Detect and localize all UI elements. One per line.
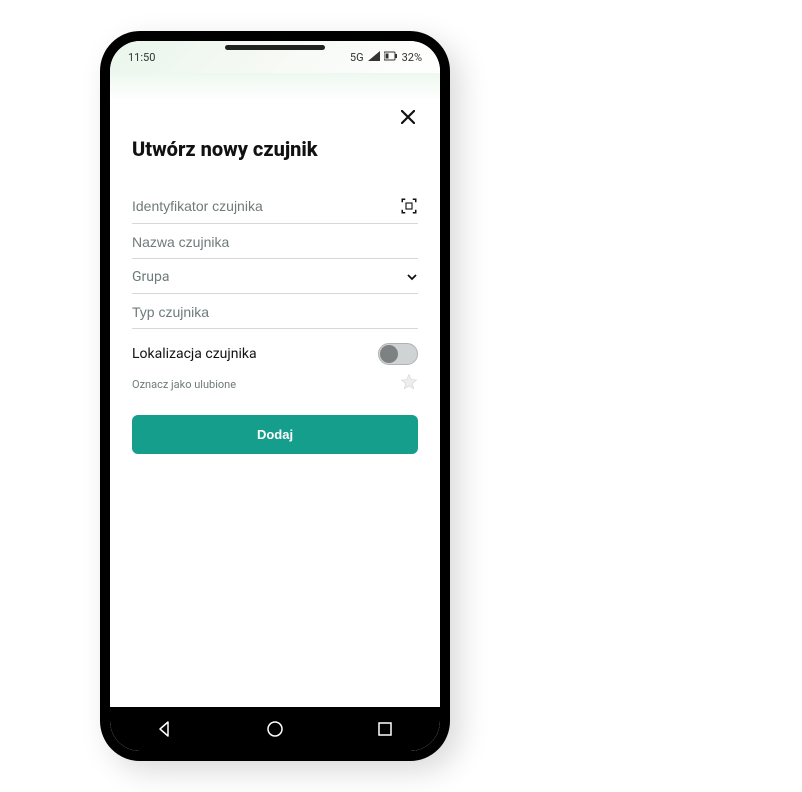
location-toggle[interactable] [378, 343, 418, 365]
close-button[interactable] [398, 107, 418, 127]
favorite-row: Oznacz jako ulubione [132, 371, 418, 409]
phone-speaker [225, 45, 325, 50]
location-label: Lokalizacja czujnika [132, 346, 257, 362]
chevron-down-icon [406, 271, 418, 283]
add-button[interactable]: Dodaj [132, 415, 418, 454]
page-title: Utwórz nowy czujnik [132, 137, 418, 161]
screen: 11:50 5G 32% Utwórz nowy czujnik [110, 41, 440, 751]
sensor-type-input[interactable] [132, 304, 418, 320]
qr-scan-icon[interactable] [400, 197, 418, 215]
status-time: 11:50 [128, 51, 155, 64]
location-row: Lokalizacja czujnika [132, 329, 418, 371]
nav-home-button[interactable] [264, 718, 286, 740]
star-icon[interactable] [400, 373, 418, 395]
sensor-name-input[interactable] [132, 234, 418, 250]
status-network: 5G [350, 51, 364, 64]
battery-icon [384, 51, 398, 64]
toggle-knob [380, 345, 398, 363]
signal-icon [368, 51, 380, 64]
content-area: Utwórz nowy czujnik Grupa [110, 101, 440, 707]
nav-back-button[interactable] [154, 718, 176, 740]
phone-frame: 11:50 5G 32% Utwórz nowy czujnik [100, 31, 450, 761]
favorite-label: Oznacz jako ulubione [132, 378, 236, 391]
status-right: 5G 32% [350, 51, 422, 64]
sensor-id-input[interactable] [132, 198, 400, 214]
header-gradient [110, 73, 440, 101]
sensor-type-field[interactable] [132, 294, 418, 329]
sensor-name-field[interactable] [132, 224, 418, 259]
nav-recent-button[interactable] [374, 718, 396, 740]
sensor-id-field[interactable] [132, 187, 418, 224]
group-label: Grupa [132, 269, 169, 285]
group-field[interactable]: Grupa [132, 259, 418, 294]
android-nav-bar [110, 707, 440, 751]
status-battery: 32% [402, 51, 422, 64]
